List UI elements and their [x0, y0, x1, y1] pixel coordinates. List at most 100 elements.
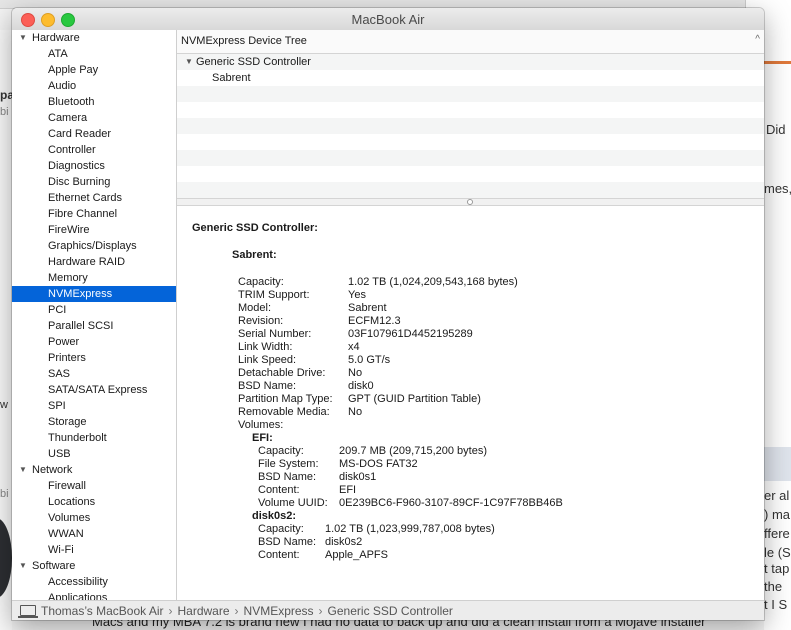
sidebar-item-parallel-scsi[interactable]: Parallel SCSI [12, 318, 176, 334]
sidebar-item-fibre-channel[interactable]: Fibre Channel [12, 206, 176, 222]
volume-property-label: BSD Name: [258, 471, 317, 483]
property-label: Volumes: [238, 419, 284, 431]
disclosure-triangle-icon[interactable]: ▼ [19, 558, 27, 574]
property-label: TRIM Support: [238, 289, 310, 301]
background-text: ffere [764, 526, 790, 541]
volume-property-label: Content: [258, 549, 300, 561]
property-value: Sabrent [348, 302, 387, 314]
sidebar-item-firewire[interactable]: FireWire [12, 222, 176, 238]
sidebar-item-pci[interactable]: PCI [12, 302, 176, 318]
property-label: Revision: [238, 315, 284, 327]
laptop-icon [18, 605, 38, 618]
volume-property-value: 0E239BC6-F960-3107-89CF-1C97F78BB46B [339, 497, 563, 509]
detail-device-name: Sabrent: [232, 249, 277, 261]
sidebar-item-card-reader[interactable]: Card Reader [12, 126, 176, 142]
disclosure-triangle-icon[interactable]: ▼ [19, 30, 27, 46]
collapse-chevron-icon[interactable]: ^ [755, 34, 760, 45]
property-value: No [348, 367, 363, 379]
sidebar-item-printers[interactable]: Printers [12, 350, 176, 366]
sidebar-item-memory[interactable]: Memory [12, 270, 176, 286]
tree-row-label: Generic SSD Controller [196, 56, 311, 68]
main-content: NVMExpress Device Tree ^ ▼ Generic SSD C… [177, 30, 764, 600]
property-label: Serial Number: [238, 328, 312, 340]
tree-row-empty [177, 134, 764, 150]
tree-row-controller[interactable]: ▼ Generic SSD Controller [177, 54, 764, 70]
window-title: MacBook Air [351, 12, 425, 27]
breadcrumb-item[interactable]: Hardware [178, 604, 230, 618]
sidebar-group-label: Network [32, 464, 73, 476]
background-text: t tap [764, 561, 790, 576]
sidebar-item-ata[interactable]: ATA [12, 46, 176, 62]
sidebar-item-applications[interactable]: Applications [12, 590, 176, 600]
sidebar-item-spi[interactable]: SPI [12, 398, 176, 414]
sidebar-item-graphics-displays[interactable]: Graphics/Displays [12, 238, 176, 254]
tree-row-device[interactable]: Sabrent [177, 70, 764, 86]
disclosure-triangle-icon[interactable]: ▼ [185, 54, 193, 70]
volume-property-label: Volume UUID: [258, 497, 328, 509]
property-label: Partition Map Type: [238, 393, 333, 405]
volume-property-label: BSD Name: [258, 536, 317, 548]
sidebar-item-sata-sata-express[interactable]: SATA/SATA Express [12, 382, 176, 398]
sidebar-item-ethernet-cards[interactable]: Ethernet Cards [12, 190, 176, 206]
sidebar-item-camera[interactable]: Camera [12, 110, 176, 126]
device-tree-title: NVMExpress Device Tree [181, 35, 307, 47]
breadcrumb-item[interactable]: Thomas’s MacBook Air [41, 604, 164, 618]
disclosure-triangle-icon[interactable]: ▼ [19, 462, 27, 478]
sidebar-item-power[interactable]: Power [12, 334, 176, 350]
property-value: Yes [348, 289, 366, 301]
sidebar-item-thunderbolt[interactable]: Thunderbolt [12, 430, 176, 446]
breadcrumb-separator: › [168, 604, 173, 618]
property-value: No [348, 406, 363, 418]
property-label: Removable Media: [238, 406, 330, 418]
sidebar-group-label: Software [32, 560, 76, 572]
tree-row-empty [177, 102, 764, 118]
splitter-handle-icon[interactable] [467, 199, 473, 205]
sidebar-item-sas[interactable]: SAS [12, 366, 176, 382]
pane-splitter[interactable] [177, 198, 764, 206]
sidebar-item-apple-pay[interactable]: Apple Pay [12, 62, 176, 78]
sidebar-item-hardware-raid[interactable]: Hardware RAID [12, 254, 176, 270]
background-text: t I S [764, 597, 788, 612]
sidebar-item-wwan[interactable]: WWAN [12, 526, 176, 542]
sidebar-item-wi-fi[interactable]: Wi-Fi [12, 542, 176, 558]
background-text: le (S [764, 545, 791, 560]
sidebar-item-storage[interactable]: Storage [12, 414, 176, 430]
sidebar-group-network[interactable]: ▼ Network [12, 462, 176, 478]
device-tree-header[interactable]: NVMExpress Device Tree ^ [177, 30, 764, 54]
breadcrumb-item[interactable]: NVMExpress [244, 604, 314, 618]
path-bar: Thomas’s MacBook Air › Hardware › NVMExpress… [12, 600, 764, 620]
sidebar-item-usb[interactable]: USB [12, 446, 176, 462]
background-text: w [0, 399, 8, 411]
property-label: Capacity: [238, 276, 284, 288]
sidebar-item-locations[interactable]: Locations [12, 494, 176, 510]
volume-property-value: 209.7 MB (209,715,200 bytes) [339, 445, 487, 457]
property-label: Detachable Drive: [238, 367, 326, 379]
sidebar-item-controller[interactable]: Controller [12, 142, 176, 158]
sidebar-item-audio[interactable]: Audio [12, 78, 176, 94]
sidebar-item-accessibility[interactable]: Accessibility [12, 574, 176, 590]
sidebar-item-nvmexpress[interactable]: NVMExpress [12, 286, 176, 302]
property-value: GPT (GUID Partition Table) [348, 393, 481, 405]
volume-name: EFI: [252, 432, 273, 444]
sidebar-item-diagnostics[interactable]: Diagnostics [12, 158, 176, 174]
property-label: Model: [238, 302, 272, 314]
background-text: ) ma [764, 507, 790, 522]
system-information-window: MacBook Air ▼ Hardware ATA Apple Pay Audio Bl… [12, 8, 764, 620]
volume-name: disk0s2: [252, 510, 297, 522]
property-value: 03F107961D4452195289 [348, 328, 473, 340]
sidebar-item-firewall[interactable]: Firewall [12, 478, 176, 494]
sidebar-group-hardware[interactable]: ▼ Hardware [12, 30, 176, 46]
property-value: 1.02 TB (1,024,209,543,168 bytes) [348, 276, 518, 288]
property-label: BSD Name: [238, 380, 297, 392]
volume-property-value: Apple_APFS [325, 549, 388, 561]
background-text: er al [764, 488, 790, 503]
breadcrumb-item[interactable]: Generic SSD Controller [328, 604, 453, 618]
sidebar-group-software[interactable]: ▼ Software [12, 558, 176, 574]
sidebar-item-disc-burning[interactable]: Disc Burning [12, 174, 176, 190]
detail-title: Generic SSD Controller: [192, 222, 318, 234]
sidebar-item-bluetooth[interactable]: Bluetooth [12, 94, 176, 110]
background-text: mes, [764, 181, 791, 196]
sidebar-item-volumes[interactable]: Volumes [12, 510, 176, 526]
tree-row-empty [177, 150, 764, 166]
sidebar[interactable]: ▼ Hardware ATA Apple Pay Audio Bluetooth Camer… [12, 30, 177, 600]
